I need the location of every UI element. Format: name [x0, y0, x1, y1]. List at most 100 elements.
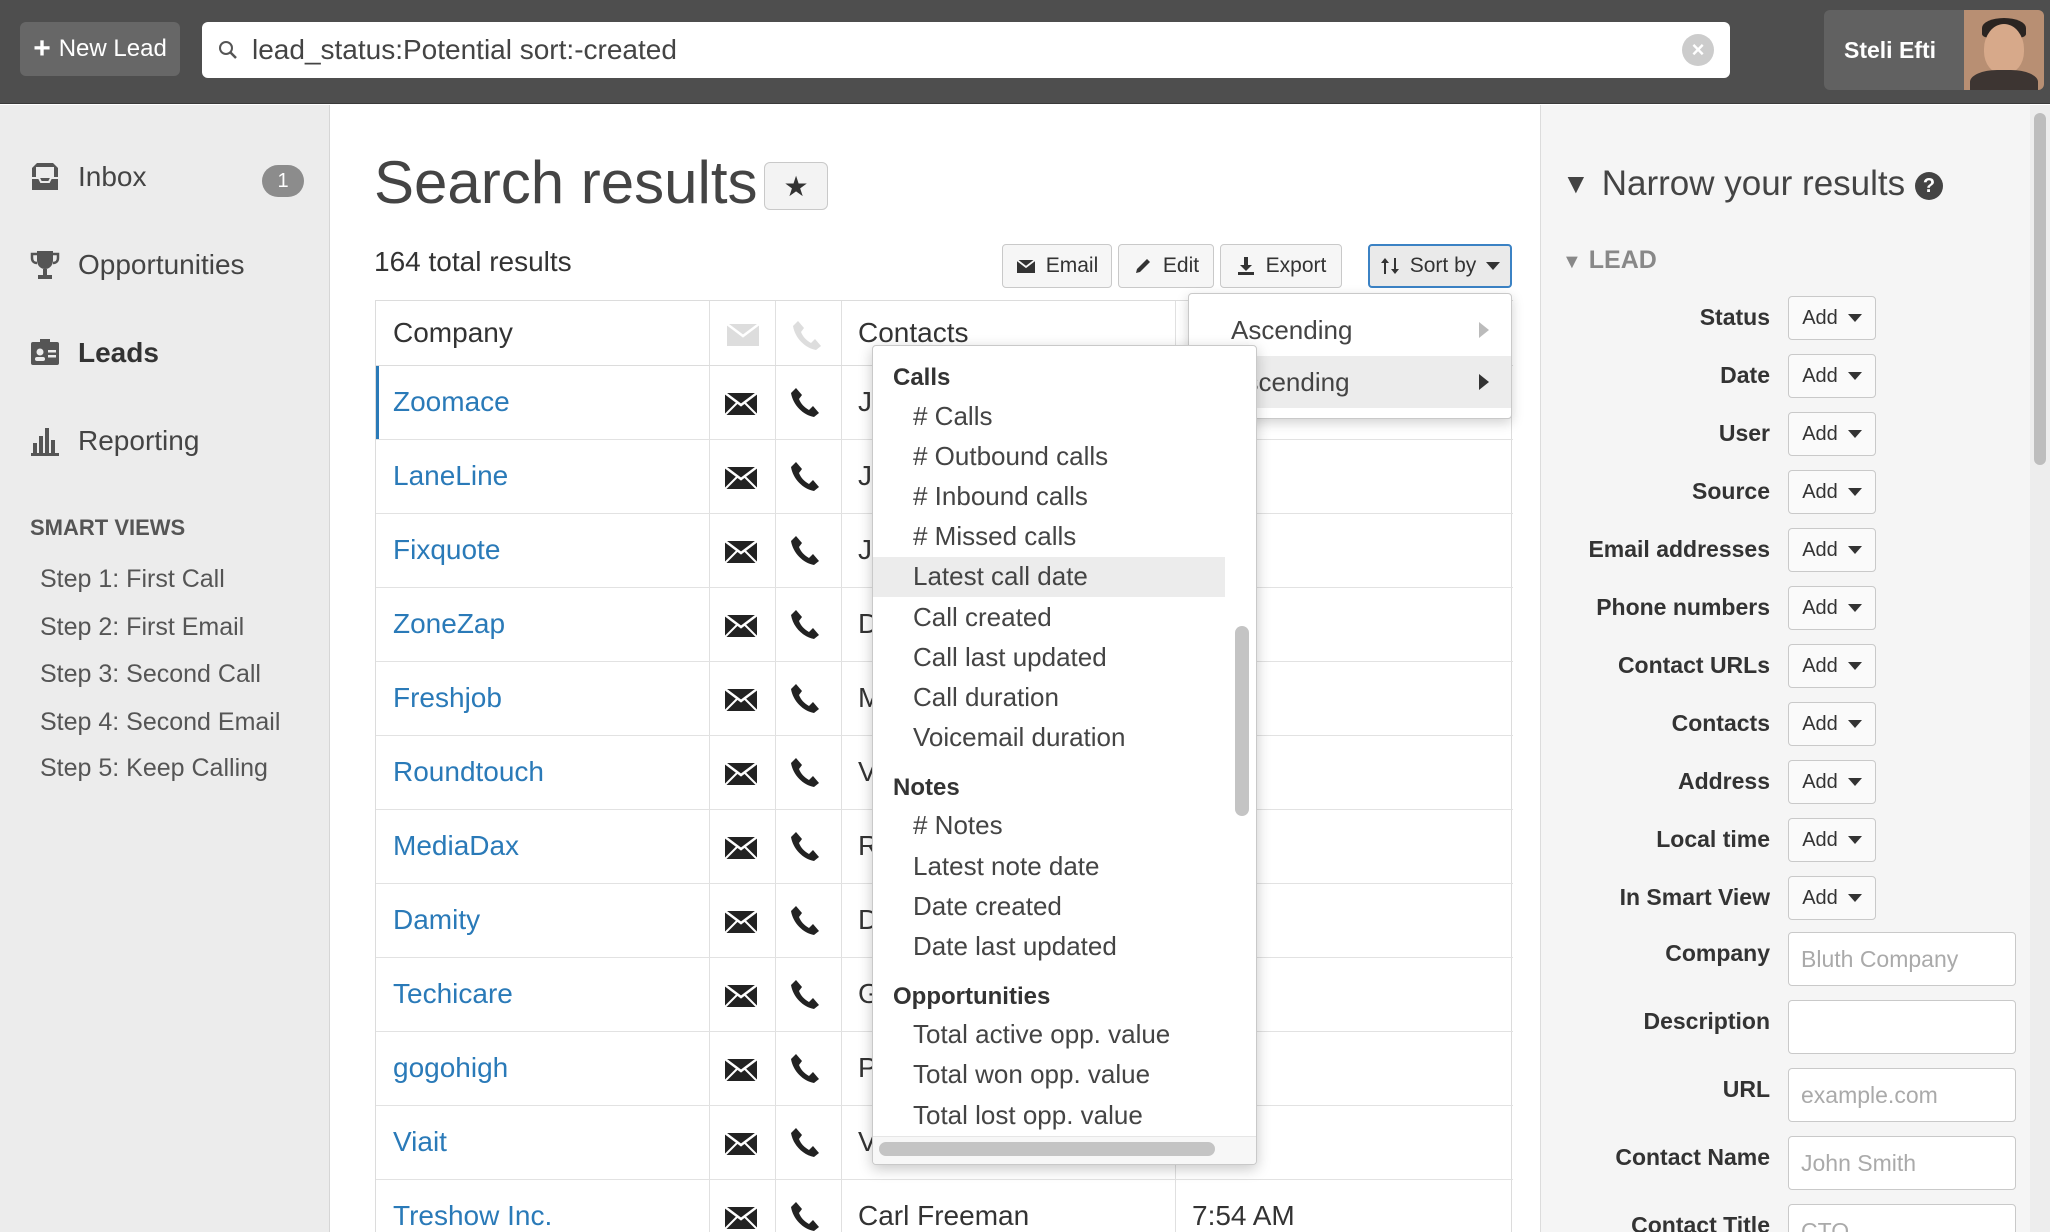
sort-by-button[interactable]: Sort by — [1368, 244, 1512, 288]
column-header-company[interactable]: Company — [393, 317, 513, 349]
company-link[interactable]: gogohigh — [393, 1052, 508, 1084]
caret-down-icon — [1847, 720, 1862, 728]
sort-field-option[interactable]: Date created — [873, 886, 1225, 926]
smart-view-item[interactable]: Step 3: Second Call — [40, 660, 261, 689]
filter-add-button[interactable]: Add — [1788, 296, 1876, 340]
filter-text-input[interactable] — [1788, 932, 2016, 986]
phone-icon[interactable] — [790, 386, 820, 418]
help-icon[interactable]: ? — [1915, 172, 1943, 200]
triangle-down-icon: ▼ — [1562, 168, 1590, 199]
company-link[interactable]: LaneLine — [393, 460, 508, 492]
phone-icon[interactable] — [790, 1052, 820, 1084]
company-link[interactable]: Fixquote — [393, 534, 500, 566]
envelope-icon[interactable] — [724, 466, 758, 490]
envelope-icon[interactable] — [724, 1058, 758, 1082]
phone-icon[interactable] — [790, 904, 820, 936]
smart-view-item[interactable]: Step 4: Second Email — [40, 708, 280, 737]
filter-add-button[interactable]: Add — [1788, 528, 1876, 572]
smart-view-item[interactable]: Step 2: First Email — [40, 613, 244, 642]
page-scrollbar[interactable] — [2030, 105, 2050, 1232]
sort-field-option[interactable]: # Inbound calls — [873, 476, 1225, 516]
envelope-icon[interactable] — [724, 614, 758, 638]
filter-text-input[interactable] — [1788, 1204, 2016, 1232]
filter-add-button[interactable]: Add — [1788, 876, 1876, 920]
submenu-vertical-scrollbar[interactable] — [1235, 626, 1249, 816]
filter-add-button[interactable]: Add — [1788, 702, 1876, 746]
envelope-icon[interactable] — [724, 910, 758, 934]
sidebar-item-leads[interactable]: Leads — [28, 336, 159, 370]
sort-field-option[interactable]: Call duration — [873, 677, 1225, 717]
envelope-icon[interactable] — [724, 836, 758, 860]
clear-search-icon[interactable]: × — [1682, 34, 1714, 66]
sidebar-item-opportunities[interactable]: Opportunities — [28, 248, 245, 282]
sort-field-option[interactable]: Total lost opp. value — [873, 1095, 1225, 1135]
company-link[interactable]: ZoneZap — [393, 608, 505, 640]
sort-field-option[interactable]: # Calls — [873, 396, 1225, 436]
sort-field-option[interactable]: Total active opp. value — [873, 1015, 1225, 1055]
envelope-icon[interactable] — [724, 688, 758, 712]
filter-add-button[interactable]: Add — [1788, 354, 1876, 398]
sort-field-option[interactable]: # Outbound calls — [873, 436, 1225, 476]
table-row[interactable]: Treshow Inc. Carl Freeman 7:54 AM — [376, 1180, 1513, 1232]
export-button[interactable]: Export — [1220, 244, 1342, 288]
filter-text-input[interactable] — [1788, 1068, 2016, 1122]
phone-icon[interactable] — [790, 830, 820, 862]
bulk-edit-button[interactable]: Edit — [1118, 244, 1214, 288]
smart-view-item[interactable]: Step 1: First Call — [40, 565, 225, 594]
phone-icon[interactable] — [790, 534, 820, 566]
envelope-icon[interactable] — [724, 1132, 758, 1156]
phone-icon[interactable] — [790, 460, 820, 492]
sort-field-option[interactable]: Latest call date — [873, 556, 1225, 597]
envelope-icon[interactable] — [724, 762, 758, 786]
filter-text-input[interactable] — [1788, 1000, 2016, 1054]
filter-add-button[interactable]: Add — [1788, 412, 1876, 456]
sort-field-option[interactable]: Latest note date — [873, 846, 1225, 886]
filter-add-button[interactable]: Add — [1788, 644, 1876, 688]
phone-icon[interactable] — [790, 978, 820, 1010]
submenu-horizontal-scrollbar[interactable] — [879, 1142, 1215, 1156]
sort-field-option[interactable]: Voicemail duration — [873, 718, 1225, 758]
envelope-icon[interactable] — [724, 1206, 758, 1230]
company-link[interactable]: Viait — [393, 1126, 447, 1158]
company-link[interactable]: MediaDax — [393, 830, 519, 862]
lead-section-label: LEAD — [1588, 246, 1657, 274]
new-lead-button[interactable]: + New Lead — [20, 22, 180, 76]
phone-icon[interactable] — [790, 1200, 820, 1232]
phone-icon[interactable] — [790, 756, 820, 788]
sort-field-option[interactable]: # Notes — [873, 806, 1225, 846]
phone-icon[interactable] — [790, 608, 820, 640]
filter-add-button[interactable]: Add — [1788, 470, 1876, 514]
bulk-email-button[interactable]: Email — [1002, 244, 1112, 288]
sort-field-option[interactable]: Call last updated — [873, 637, 1225, 677]
sidebar-item-reporting[interactable]: Reporting — [28, 424, 199, 458]
company-link[interactable]: Freshjob — [393, 682, 502, 714]
filter-add-button[interactable]: Add — [1788, 818, 1876, 862]
smart-view-item[interactable]: Step 5: Keep Calling — [40, 754, 268, 783]
sidebar-item-inbox[interactable]: Inbox — [28, 160, 147, 194]
filter-add-button[interactable]: Add — [1788, 760, 1876, 804]
user-menu[interactable]: Steli Efti — [1824, 10, 2044, 90]
page-scrollbar-thumb[interactable] — [2034, 113, 2046, 465]
search-input[interactable] — [252, 34, 1682, 66]
lead-section-toggle[interactable]: ▼ LEAD — [1562, 246, 1657, 275]
save-search-button[interactable]: ★ — [764, 162, 828, 210]
sort-field-option[interactable]: Date last updated — [873, 926, 1225, 966]
company-link[interactable]: Treshow Inc. — [393, 1200, 552, 1232]
company-link[interactable]: Zoomace — [393, 386, 510, 418]
company-link[interactable]: Techicare — [393, 978, 513, 1010]
phone-icon[interactable] — [790, 1126, 820, 1158]
phone-icon[interactable] — [790, 682, 820, 714]
envelope-icon[interactable] — [724, 540, 758, 564]
filter-text-input[interactable] — [1788, 1136, 2016, 1190]
company-link[interactable]: Damity — [393, 904, 480, 936]
sort-field-option[interactable]: # Missed calls — [873, 517, 1225, 557]
sort-field-option[interactable]: Call created — [873, 597, 1225, 637]
envelope-icon[interactable] — [724, 392, 758, 416]
envelope-icon[interactable] — [724, 984, 758, 1008]
avatar[interactable] — [1964, 10, 2044, 90]
caret-down-icon — [1847, 778, 1862, 786]
sort-field-option[interactable]: Total won opp. value — [873, 1055, 1225, 1095]
company-link[interactable]: Roundtouch — [393, 756, 544, 788]
filter-panel-title[interactable]: ▼ Narrow your results — [1562, 164, 1905, 204]
filter-add-button[interactable]: Add — [1788, 586, 1876, 630]
